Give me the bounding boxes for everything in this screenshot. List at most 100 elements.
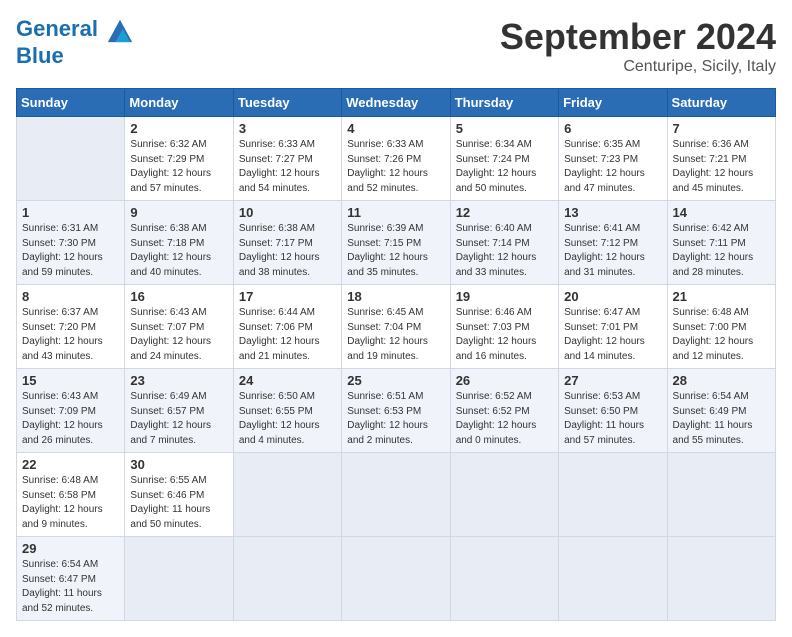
- calendar-day-cell: [17, 117, 125, 201]
- day-info: Sunrise: 6:35 AM Sunset: 7:23 PM Dayligh…: [564, 138, 661, 196]
- calendar-day-cell: 1 Sunrise: 6:31 AM Sunset: 7:30 PM Daylig…: [17, 201, 125, 285]
- logo-blue: Blue: [16, 43, 64, 68]
- day-number: 12: [456, 205, 553, 220]
- day-info: Sunrise: 6:36 AM Sunset: 7:21 PM Dayligh…: [673, 138, 770, 196]
- day-info: Sunrise: 6:40 AM Sunset: 7:14 PM Dayligh…: [456, 222, 553, 280]
- calendar-day-cell: 20 Sunrise: 6:47 AM Sunset: 7:01 PM Dayli…: [559, 285, 667, 369]
- calendar-day-cell: 18Sunrise: 6:45 AM Sunset: 7:04 PM Dayli…: [342, 285, 450, 369]
- calendar-day-cell: 26 Sunrise: 6:52 AM Sunset: 6:52 PM Dayli…: [450, 369, 558, 453]
- day-number: 29: [22, 541, 119, 556]
- calendar-day-cell: 4Sunrise: 6:33 AM Sunset: 7:26 PM Daylig…: [342, 117, 450, 201]
- day-info: Sunrise: 6:51 AM Sunset: 6:53 PM Dayligh…: [347, 390, 444, 448]
- calendar-day-cell: 24 Sunrise: 6:50 AM Sunset: 6:55 PM Dayli…: [233, 369, 341, 453]
- calendar-day-cell: 15 Sunrise: 6:43 AM Sunset: 7:09 PM Dayli…: [17, 369, 125, 453]
- day-info: Sunrise: 6:37 AM Sunset: 7:20 PM Dayligh…: [22, 306, 119, 364]
- calendar-day-cell: 16 Sunrise: 6:43 AM Sunset: 7:07 PM Dayli…: [125, 285, 233, 369]
- calendar-day-cell: 9Sunrise: 6:38 AM Sunset: 7:18 PM Daylig…: [125, 201, 233, 285]
- calendar-day-cell: 12 Sunrise: 6:40 AM Sunset: 7:14 PM Dayli…: [450, 201, 558, 285]
- calendar-day-cell: 11Sunrise: 6:39 AM Sunset: 7:15 PM Dayli…: [342, 201, 450, 285]
- calendar-day-cell: 10Sunrise: 6:38 AM Sunset: 7:17 PM Dayli…: [233, 201, 341, 285]
- calendar-day-cell: 27Sunrise: 6:53 AM Sunset: 6:50 PM Dayli…: [559, 369, 667, 453]
- calendar-day-cell: 30 Sunrise: 6:55 AM Sunset: 6:46 PM Dayli…: [125, 453, 233, 537]
- day-number: 16: [130, 289, 227, 304]
- calendar-header-row: SundayMondayTuesdayWednesdayThursdayFrid…: [17, 89, 776, 117]
- day-info: Sunrise: 6:39 AM Sunset: 7:15 PM Dayligh…: [347, 222, 444, 280]
- calendar-weekday-header: Sunday: [17, 89, 125, 117]
- logo-icon: [106, 16, 134, 44]
- day-info: Sunrise: 6:34 AM Sunset: 7:24 PM Dayligh…: [456, 138, 553, 196]
- day-info: Sunrise: 6:33 AM Sunset: 7:27 PM Dayligh…: [239, 138, 336, 196]
- calendar-week-row: 2Sunrise: 6:32 AM Sunset: 7:29 PM Daylig…: [17, 117, 776, 201]
- day-number: 13: [564, 205, 661, 220]
- calendar-day-cell: 13 Sunrise: 6:41 AM Sunset: 7:12 PM Dayli…: [559, 201, 667, 285]
- day-number: 14: [673, 205, 770, 220]
- title-area: September 2024 Centuripe, Sicily, Italy: [500, 16, 776, 76]
- calendar-day-cell: 23 Sunrise: 6:49 AM Sunset: 6:57 PM Dayli…: [125, 369, 233, 453]
- calendar-week-row: 22Sunrise: 6:48 AM Sunset: 6:58 PM Dayli…: [17, 453, 776, 537]
- page-header: General Blue September 2024 Centuripe, S…: [16, 16, 776, 76]
- day-number: 30: [130, 457, 227, 472]
- day-info: Sunrise: 6:48 AM Sunset: 7:00 PM Dayligh…: [673, 306, 770, 364]
- day-info: Sunrise: 6:54 AM Sunset: 6:49 PM Dayligh…: [673, 390, 770, 448]
- calendar-week-row: 8 Sunrise: 6:37 AM Sunset: 7:20 PM Daylig…: [17, 285, 776, 369]
- calendar-day-cell: [342, 537, 450, 621]
- day-info: Sunrise: 6:33 AM Sunset: 7:26 PM Dayligh…: [347, 138, 444, 196]
- day-number: 18: [347, 289, 444, 304]
- day-number: 1: [22, 205, 119, 220]
- day-info: Sunrise: 6:49 AM Sunset: 6:57 PM Dayligh…: [130, 390, 227, 448]
- day-number: 24: [239, 373, 336, 388]
- day-info: Sunrise: 6:54 AM Sunset: 6:47 PM Dayligh…: [22, 558, 119, 616]
- day-number: 19: [456, 289, 553, 304]
- day-number: 9: [130, 205, 227, 220]
- day-info: Sunrise: 6:48 AM Sunset: 6:58 PM Dayligh…: [22, 474, 119, 532]
- day-info: Sunrise: 6:52 AM Sunset: 6:52 PM Dayligh…: [456, 390, 553, 448]
- day-info: Sunrise: 6:46 AM Sunset: 7:03 PM Dayligh…: [456, 306, 553, 364]
- calendar-day-cell: 3 Sunrise: 6:33 AM Sunset: 7:27 PM Daylig…: [233, 117, 341, 201]
- calendar-weekday-header: Friday: [559, 89, 667, 117]
- day-number: 23: [130, 373, 227, 388]
- calendar-day-cell: [125, 537, 233, 621]
- calendar-day-cell: [450, 453, 558, 537]
- logo: General Blue: [16, 16, 134, 68]
- day-info: Sunrise: 6:31 AM Sunset: 7:30 PM Dayligh…: [22, 222, 119, 280]
- calendar-day-cell: 6 Sunrise: 6:35 AM Sunset: 7:23 PM Daylig…: [559, 117, 667, 201]
- calendar-table: SundayMondayTuesdayWednesdayThursdayFrid…: [16, 88, 776, 621]
- calendar-weekday-header: Wednesday: [342, 89, 450, 117]
- calendar-day-cell: 14Sunrise: 6:42 AM Sunset: 7:11 PM Dayli…: [667, 201, 775, 285]
- calendar-weekday-header: Monday: [125, 89, 233, 117]
- calendar-day-cell: [559, 453, 667, 537]
- calendar-weekday-header: Saturday: [667, 89, 775, 117]
- month-title: September 2024: [500, 16, 776, 58]
- calendar-day-cell: 29 Sunrise: 6:54 AM Sunset: 6:47 PM Dayli…: [17, 537, 125, 621]
- day-number: 15: [22, 373, 119, 388]
- day-number: 5: [456, 121, 553, 136]
- logo-text: General Blue: [16, 16, 134, 68]
- logo-general: General: [16, 16, 98, 41]
- day-info: Sunrise: 6:55 AM Sunset: 6:46 PM Dayligh…: [130, 474, 227, 532]
- calendar-week-row: 1 Sunrise: 6:31 AM Sunset: 7:30 PM Daylig…: [17, 201, 776, 285]
- calendar-day-cell: 17Sunrise: 6:44 AM Sunset: 7:06 PM Dayli…: [233, 285, 341, 369]
- day-number: 6: [564, 121, 661, 136]
- day-info: Sunrise: 6:47 AM Sunset: 7:01 PM Dayligh…: [564, 306, 661, 364]
- day-number: 20: [564, 289, 661, 304]
- calendar-day-cell: 5 Sunrise: 6:34 AM Sunset: 7:24 PM Daylig…: [450, 117, 558, 201]
- day-number: 8: [22, 289, 119, 304]
- day-info: Sunrise: 6:41 AM Sunset: 7:12 PM Dayligh…: [564, 222, 661, 280]
- day-number: 2: [130, 121, 227, 136]
- calendar-day-cell: 21Sunrise: 6:48 AM Sunset: 7:00 PM Dayli…: [667, 285, 775, 369]
- calendar-weekday-header: Thursday: [450, 89, 558, 117]
- day-info: Sunrise: 6:43 AM Sunset: 7:09 PM Dayligh…: [22, 390, 119, 448]
- day-number: 26: [456, 373, 553, 388]
- calendar-day-cell: 2Sunrise: 6:32 AM Sunset: 7:29 PM Daylig…: [125, 117, 233, 201]
- calendar-day-cell: [667, 537, 775, 621]
- calendar-day-cell: 7Sunrise: 6:36 AM Sunset: 7:21 PM Daylig…: [667, 117, 775, 201]
- location-title: Centuripe, Sicily, Italy: [500, 58, 776, 76]
- day-info: Sunrise: 6:50 AM Sunset: 6:55 PM Dayligh…: [239, 390, 336, 448]
- calendar-day-cell: [450, 537, 558, 621]
- calendar-week-row: 15 Sunrise: 6:43 AM Sunset: 7:09 PM Dayli…: [17, 369, 776, 453]
- day-number: 10: [239, 205, 336, 220]
- calendar-day-cell: 19 Sunrise: 6:46 AM Sunset: 7:03 PM Dayli…: [450, 285, 558, 369]
- calendar-day-cell: [667, 453, 775, 537]
- day-number: 3: [239, 121, 336, 136]
- day-info: Sunrise: 6:43 AM Sunset: 7:07 PM Dayligh…: [130, 306, 227, 364]
